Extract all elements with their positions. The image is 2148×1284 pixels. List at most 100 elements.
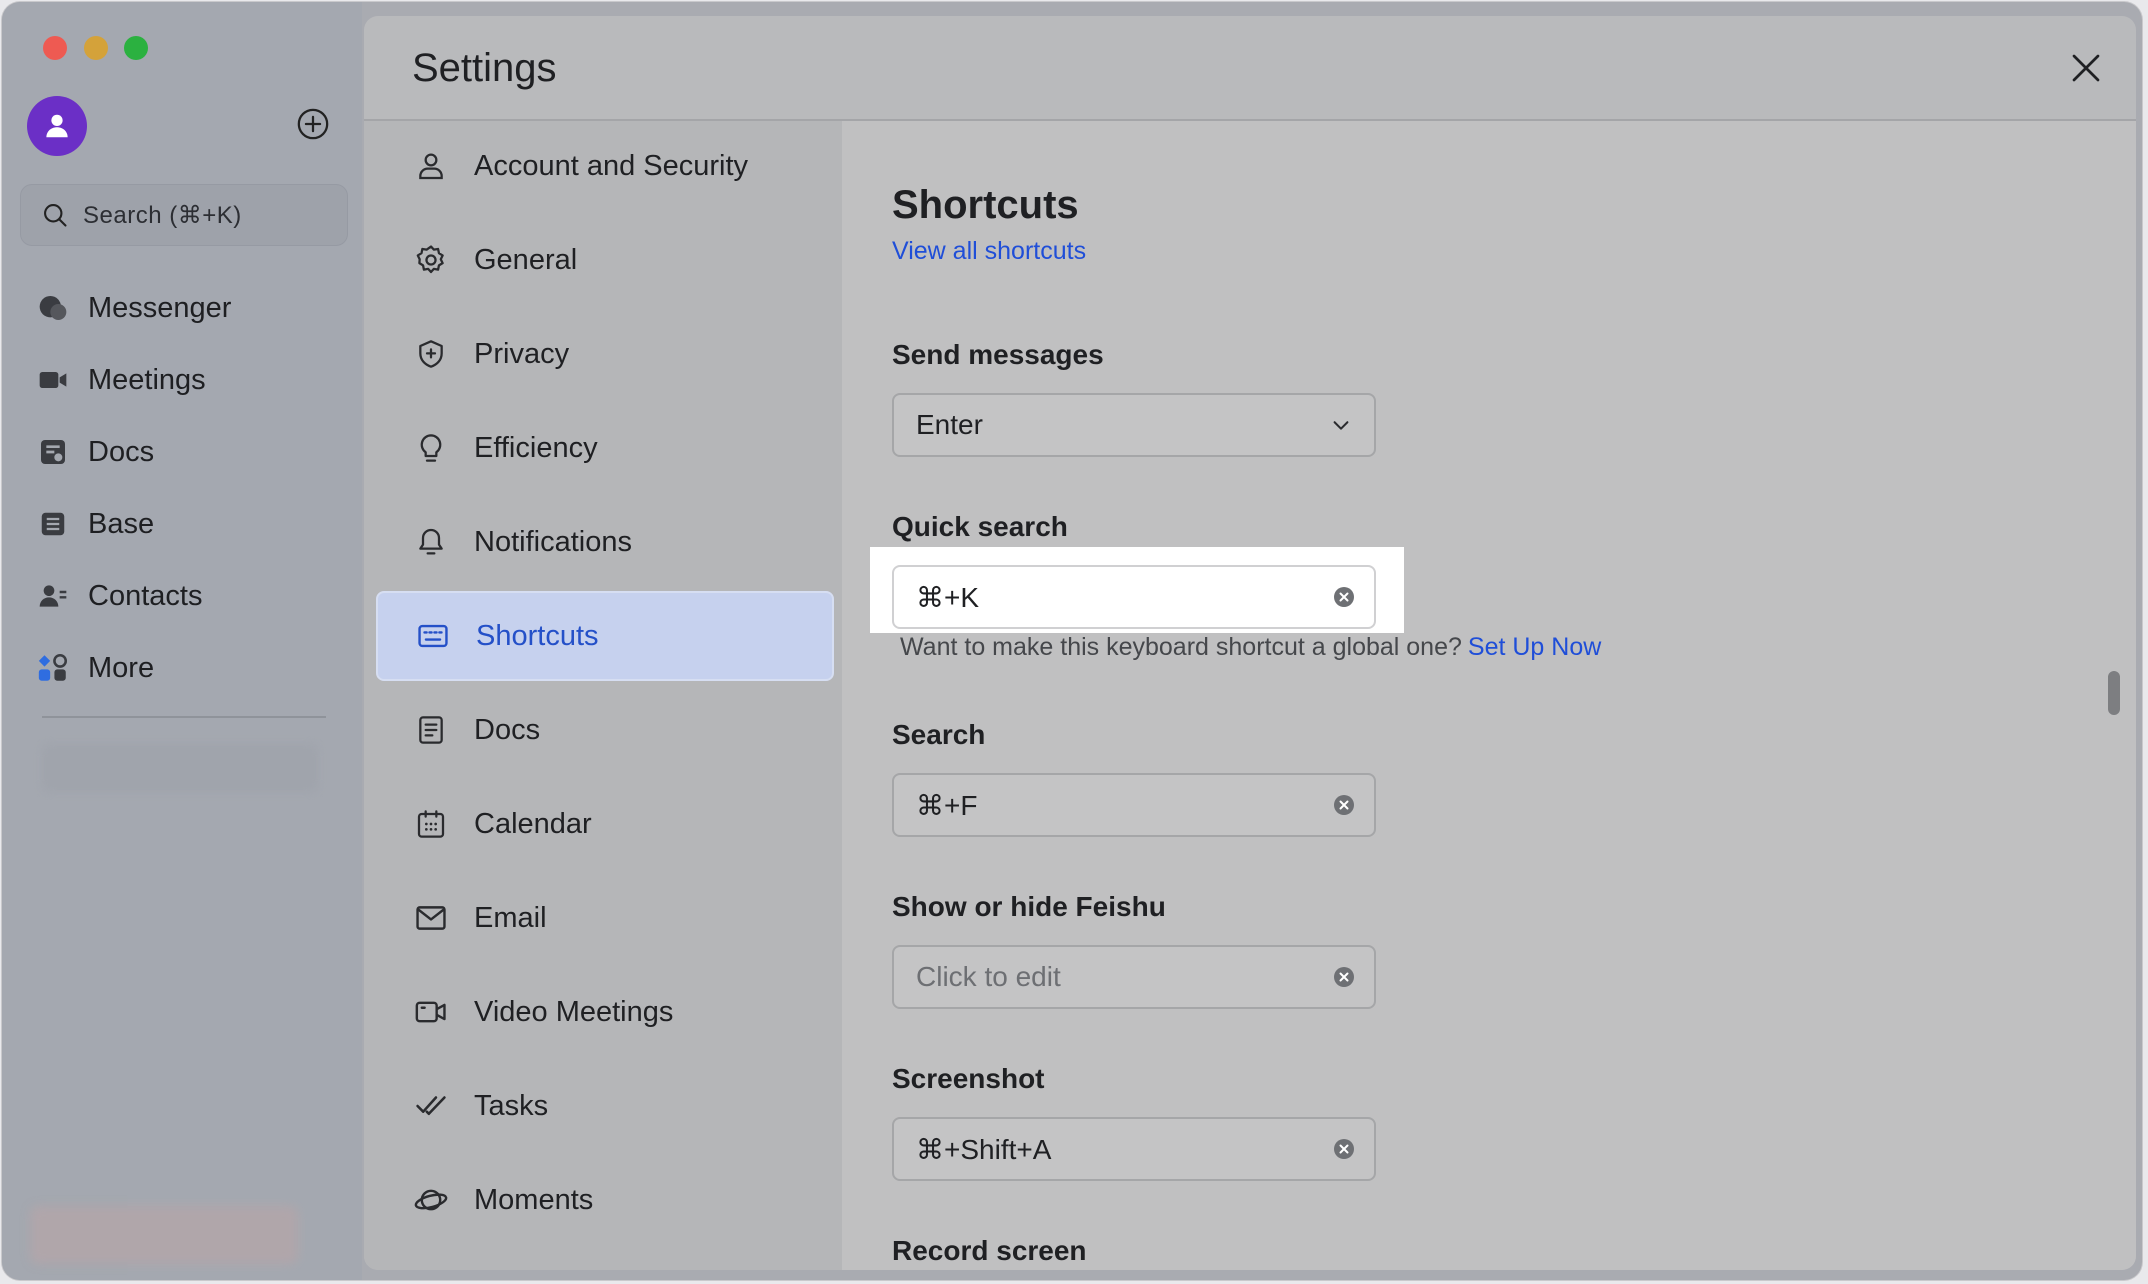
settings-title: Settings xyxy=(412,46,557,90)
clear-icon[interactable] xyxy=(1332,1137,1356,1161)
scrollbar-thumb[interactable] xyxy=(2108,671,2120,715)
show-hide-input[interactable]: Click to edit xyxy=(892,945,1376,1009)
video-icon xyxy=(412,993,450,1031)
category-docs[interactable]: Docs xyxy=(376,685,834,775)
search-shortcut-input[interactable]: ⌘+F xyxy=(892,773,1376,837)
quick-search-value: ⌘+K xyxy=(916,581,980,613)
contacts-icon xyxy=(36,579,70,613)
shortcuts-panel: Shortcuts View all shortcuts Send messag… xyxy=(842,121,2136,1270)
blurred-profile xyxy=(30,1206,298,1264)
bell-icon xyxy=(412,523,450,561)
set-up-now-link[interactable]: Set Up Now xyxy=(1468,633,1601,661)
hint-text: Want to make this keyboard shortcut a gl… xyxy=(900,633,1462,661)
category-notifications[interactable]: Notifications xyxy=(376,497,834,587)
more-apps-icon xyxy=(36,651,70,685)
document-icon xyxy=(412,711,450,749)
screenshot-value: ⌘+Shift+A xyxy=(916,1133,1052,1165)
category-label: Video Meetings xyxy=(474,995,674,1028)
nav-item-more[interactable]: More xyxy=(36,632,336,704)
nav-item-meetings[interactable]: Meetings xyxy=(36,344,336,416)
category-email[interactable]: Email xyxy=(376,873,834,963)
nav-item-contacts[interactable]: Contacts xyxy=(36,560,336,632)
keyboard-icon xyxy=(414,617,452,655)
search-placeholder: Search (⌘+K) xyxy=(83,201,242,229)
plus-circle-icon xyxy=(297,108,329,140)
show-hide-label: Show or hide Feishu xyxy=(892,891,1166,922)
category-label: Shortcuts xyxy=(476,619,599,652)
record-screen-label: Record screen xyxy=(892,1235,1087,1266)
category-label: Moments xyxy=(474,1183,594,1216)
lightbulb-icon xyxy=(412,429,450,467)
screenshot-input[interactable]: ⌘+Shift+A xyxy=(892,1117,1376,1181)
category-moments[interactable]: Moments xyxy=(376,1155,834,1245)
nav-item-label: More xyxy=(88,651,155,684)
category-label: Tasks xyxy=(474,1089,549,1122)
view-all-shortcuts-link[interactable]: View all shortcuts xyxy=(892,237,1086,266)
category-label: Docs xyxy=(474,713,541,746)
nav-item-messenger[interactable]: Messenger xyxy=(36,272,336,344)
check-icon xyxy=(412,1087,450,1125)
gear-icon xyxy=(412,241,450,279)
planet-icon xyxy=(412,1181,450,1219)
category-label: Efficiency xyxy=(474,431,598,464)
settings-categories: Account and Security General Privacy Eff… xyxy=(364,121,842,1270)
section-title: Shortcuts xyxy=(892,183,1079,227)
clear-icon[interactable] xyxy=(1332,965,1356,989)
base-icon xyxy=(36,507,70,541)
search-shortcut-value: ⌘+F xyxy=(916,789,978,821)
category-video-meetings[interactable]: Video Meetings xyxy=(376,967,834,1057)
send-messages-label: Send messages xyxy=(892,339,1104,370)
category-label: Account and Security xyxy=(474,149,749,182)
close-button[interactable] xyxy=(2064,46,2108,90)
maximize-window-button[interactable] xyxy=(124,36,148,60)
category-label: Notifications xyxy=(474,525,632,558)
category-general[interactable]: General xyxy=(376,215,834,305)
send-messages-select[interactable]: Enter xyxy=(892,393,1376,457)
quick-search-input[interactable]: ⌘+K xyxy=(892,565,1376,629)
global-shortcut-hint: Want to make this keyboard shortcut a gl… xyxy=(900,633,1601,662)
category-label: Privacy xyxy=(474,337,570,370)
search-icon xyxy=(44,204,67,227)
app-nav: Messenger Meetings Docs Base Contacts Mo… xyxy=(36,272,336,704)
category-calendar[interactable]: Calendar xyxy=(376,779,834,869)
category-efficiency[interactable]: Efficiency xyxy=(376,403,834,493)
nav-item-docs[interactable]: Docs xyxy=(36,416,336,488)
blurred-item xyxy=(42,744,318,792)
category-label: Email xyxy=(474,901,547,934)
clear-icon[interactable] xyxy=(1332,585,1356,609)
nav-item-base[interactable]: Base xyxy=(36,488,336,560)
show-hide-placeholder: Click to edit xyxy=(916,961,1061,992)
category-label: General xyxy=(474,243,578,276)
settings-header: Settings xyxy=(364,16,2136,121)
nav-item-label: Messenger xyxy=(88,291,232,324)
screenshot-label: Screenshot xyxy=(892,1063,1045,1094)
category-tasks[interactable]: Tasks xyxy=(376,1061,834,1151)
nav-item-label: Base xyxy=(88,507,155,540)
shield-icon xyxy=(412,335,450,373)
category-account-security[interactable]: Account and Security xyxy=(376,121,834,211)
close-window-button[interactable] xyxy=(43,36,67,60)
nav-divider xyxy=(42,716,326,718)
category-shortcuts[interactable]: Shortcuts xyxy=(376,591,834,681)
nav-item-label: Contacts xyxy=(88,579,203,612)
chevron-down-icon xyxy=(1330,414,1352,436)
category-privacy[interactable]: Privacy xyxy=(376,309,834,399)
nav-item-label: Meetings xyxy=(88,363,206,396)
minimize-window-button[interactable] xyxy=(84,36,108,60)
settings-dialog: Settings Account and Security General Pr… xyxy=(364,16,2136,1270)
close-icon xyxy=(2072,54,2100,82)
app-window: Search (⌘+K) Messenger Meetings Docs Bas… xyxy=(2,2,2142,1280)
quick-search-label: Quick search xyxy=(892,511,1068,542)
add-button[interactable] xyxy=(296,107,330,141)
envelope-icon xyxy=(412,899,450,937)
send-messages-value: Enter xyxy=(916,409,983,440)
app-sidebar: Search (⌘+K) Messenger Meetings Docs Bas… xyxy=(2,2,362,1280)
nav-item-label: Docs xyxy=(88,435,155,468)
search-label: Search xyxy=(892,719,986,750)
calendar-icon xyxy=(412,805,450,843)
avatar[interactable] xyxy=(27,96,87,156)
clear-icon[interactable] xyxy=(1332,793,1356,817)
category-label: Calendar xyxy=(474,807,592,840)
search-box[interactable]: Search (⌘+K) xyxy=(20,184,348,246)
docs-icon xyxy=(36,435,70,469)
